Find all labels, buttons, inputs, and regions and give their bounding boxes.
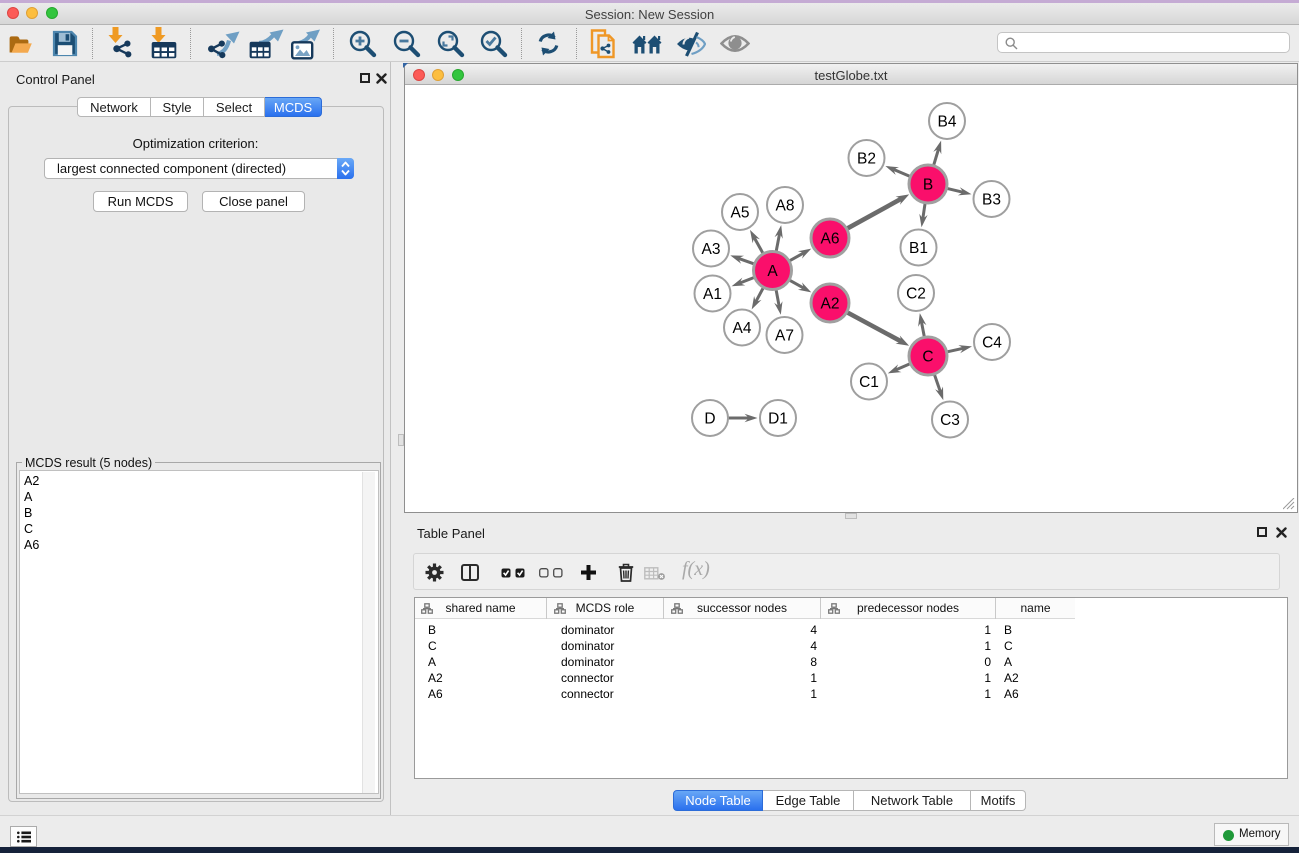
svg-text:A2: A2 bbox=[821, 296, 840, 313]
svg-text:C2: C2 bbox=[906, 286, 926, 303]
svg-text:B2: B2 bbox=[857, 151, 876, 168]
svg-text:A4: A4 bbox=[733, 320, 752, 337]
svg-text:C: C bbox=[922, 349, 933, 366]
svg-text:D: D bbox=[704, 411, 715, 428]
svg-text:A6: A6 bbox=[821, 231, 840, 248]
svg-text:A8: A8 bbox=[776, 198, 795, 215]
svg-text:B4: B4 bbox=[938, 114, 957, 131]
svg-text:A5: A5 bbox=[731, 205, 750, 222]
svg-text:C4: C4 bbox=[982, 335, 1002, 352]
svg-text:C3: C3 bbox=[940, 412, 960, 429]
svg-text:A1: A1 bbox=[703, 286, 722, 303]
svg-text:A3: A3 bbox=[702, 241, 721, 258]
svg-text:B: B bbox=[923, 177, 933, 194]
svg-text:B1: B1 bbox=[909, 240, 928, 257]
svg-text:A7: A7 bbox=[775, 328, 794, 345]
svg-text:C1: C1 bbox=[859, 374, 879, 391]
svg-text:A: A bbox=[767, 263, 778, 280]
svg-text:B3: B3 bbox=[982, 192, 1001, 209]
svg-text:D1: D1 bbox=[768, 411, 788, 428]
